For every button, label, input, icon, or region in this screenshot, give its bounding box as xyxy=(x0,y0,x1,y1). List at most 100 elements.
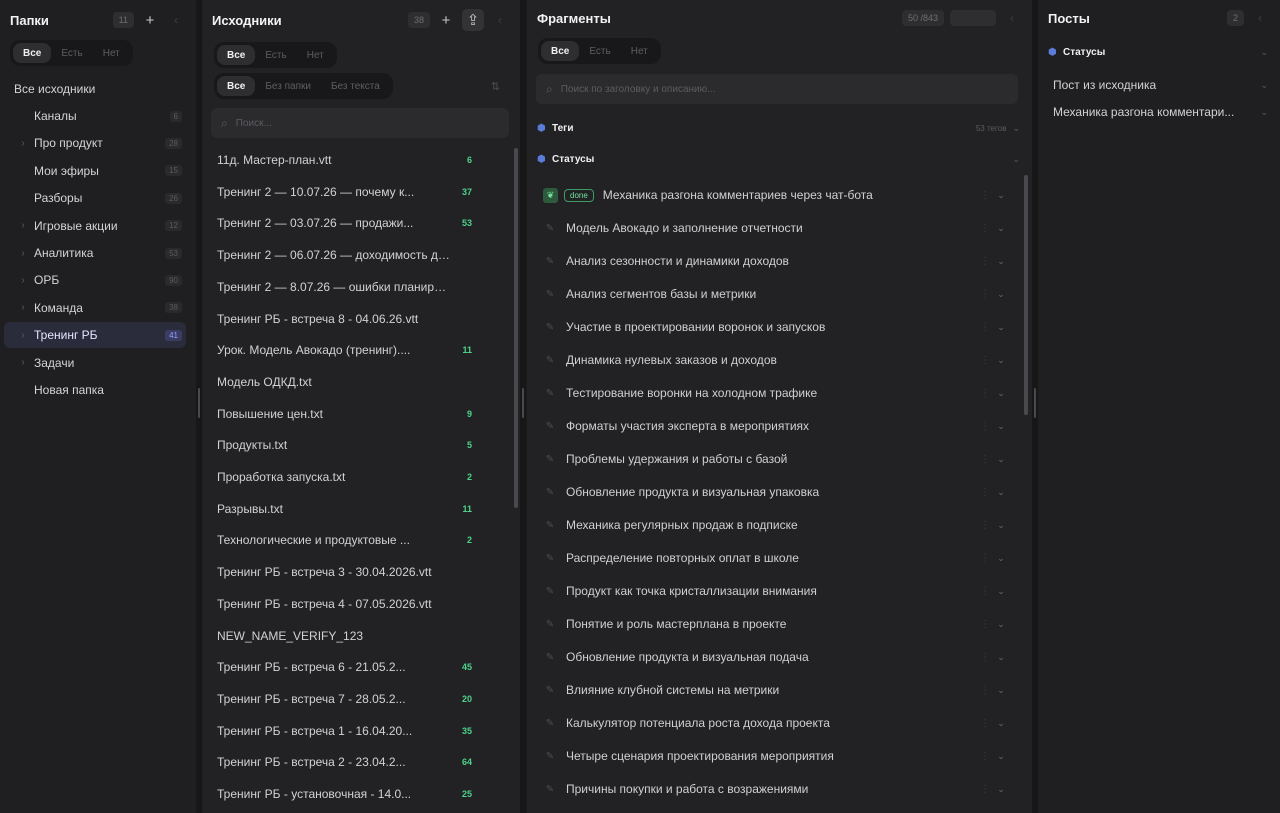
chevron-right-icon[interactable]: › xyxy=(16,330,30,341)
more-icon[interactable]: ⋮ xyxy=(977,520,993,531)
fragments-search-input[interactable]: Поиск по заголовку и описанию... xyxy=(561,84,716,95)
chevron-down-icon[interactable]: ⌄ xyxy=(993,652,1009,663)
pen-icon[interactable]: ✎ xyxy=(543,718,557,729)
chevron-down-icon[interactable]: ⌄ xyxy=(993,784,1009,795)
more-icon[interactable]: ⋮ xyxy=(977,355,993,366)
source-item[interactable]: Тренинг 2 — 10.07.26 — почему к... 37 xyxy=(212,178,480,206)
source-item[interactable]: Продукты.txt 5 xyxy=(212,431,480,459)
fragment-item[interactable]: ✎ Анализ сезонности и динамики доходов ⋮ ⌄ xyxy=(543,246,1009,276)
more-icon[interactable]: ⋮ xyxy=(977,388,993,399)
fragments-search[interactable]: ⌕ Поиск по заголовку и описанию... xyxy=(536,74,1018,104)
chevron-down-icon[interactable]: ⌄ xyxy=(993,190,1009,201)
statuses-section[interactable]: ⬢ Статусы ⌄ xyxy=(537,149,1020,169)
filter-all[interactable]: Все xyxy=(541,41,580,61)
source-item[interactable]: Тренинг РБ - встреча 6 - 21.05.2... 45 xyxy=(212,653,480,681)
filter2-no-text[interactable]: Без текста xyxy=(321,76,390,96)
chevron-down-icon[interactable]: ⌄ xyxy=(993,619,1009,630)
folder-item[interactable]: › Про продукт 28 xyxy=(4,130,186,156)
source-item[interactable]: Тренинг РБ - встреча 3 - 30.04.2026.vtt xyxy=(212,558,480,586)
chevron-down-icon[interactable]: ⌄ xyxy=(993,586,1009,597)
chevron-down-icon[interactable]: ⌄ xyxy=(993,256,1009,267)
folder-item[interactable]: › Игровые акции 12 xyxy=(4,213,186,239)
filter-none[interactable]: Нет xyxy=(93,43,130,63)
collapse-panel-icon[interactable]: ‹ xyxy=(490,10,510,30)
chevron-right-icon[interactable]: › xyxy=(16,138,30,149)
more-icon[interactable]: ⋮ xyxy=(977,289,993,300)
filter-all[interactable]: Все xyxy=(217,45,256,65)
pen-icon[interactable]: ✎ xyxy=(543,454,557,465)
collapse-panel-icon[interactable]: ‹ xyxy=(166,10,186,30)
fragment-item[interactable]: ✎ Четыре сценария проектирования мероприя… xyxy=(543,741,1009,771)
chevron-right-icon[interactable]: › xyxy=(16,275,30,286)
more-icon[interactable]: ⋮ xyxy=(977,454,993,465)
sources-search[interactable]: ⌕ Поиск... xyxy=(211,108,509,138)
chevron-down-icon[interactable]: ⌄ xyxy=(993,421,1009,432)
more-icon[interactable]: ⋮ xyxy=(977,256,993,267)
pen-icon[interactable]: ✎ xyxy=(543,586,557,597)
chevron-down-icon[interactable]: ⌄ xyxy=(993,289,1009,300)
post-item[interactable]: Механика разгона комментари... ⌄ xyxy=(1048,101,1268,123)
source-item[interactable]: Тренинг РБ - встреча 2 - 23.04.2... 64 xyxy=(212,748,480,776)
chevron-right-icon[interactable]: › xyxy=(16,302,30,313)
pen-icon[interactable]: ✎ xyxy=(543,619,557,630)
pen-icon[interactable]: ✎ xyxy=(543,784,557,795)
filter-has[interactable]: Есть xyxy=(579,41,620,61)
more-icon[interactable]: ⋮ xyxy=(977,652,993,663)
posts-statuses-section[interactable]: ⬢ Статусы ⌄ xyxy=(1048,42,1268,62)
pen-icon[interactable]: ✎ xyxy=(543,685,557,696)
filter-all[interactable]: Все xyxy=(13,43,52,63)
filter2-all[interactable]: Все xyxy=(217,76,256,96)
folder-item[interactable]: › Тренинг РБ 41 xyxy=(4,322,186,349)
fragment-item[interactable]: ✎ Распределение повторных оплат в школе ⋮ ⌄ xyxy=(543,543,1009,573)
chevron-down-icon[interactable]: ⌄ xyxy=(1260,107,1268,118)
more-icon[interactable]: ⋮ xyxy=(977,487,993,498)
source-item[interactable]: Тренинг 2 — 8.07.26 — ошибки планирова..… xyxy=(212,273,480,301)
filter-has[interactable]: Есть xyxy=(51,43,92,63)
folder-item[interactable]: › ОРБ 90 xyxy=(4,267,186,293)
source-item[interactable]: 11д. Мастер-план.vtt 6 xyxy=(212,146,480,174)
source-item[interactable]: Повышение цен.txt 9 xyxy=(212,400,480,428)
chevron-right-icon[interactable]: › xyxy=(16,220,30,231)
filter2-no-folder[interactable]: Без папки xyxy=(255,76,321,96)
more-icon[interactable]: ⋮ xyxy=(977,322,993,333)
add-source-icon[interactable]: + xyxy=(436,10,456,30)
fragment-item[interactable]: ✎ Калькулятор потенциала роста дохода про… xyxy=(543,708,1009,738)
chevron-down-icon[interactable]: ⌄ xyxy=(993,223,1009,234)
pen-icon[interactable]: ✎ xyxy=(543,256,557,267)
upload-icon[interactable]: ⇪ xyxy=(462,9,484,31)
all-sources-item[interactable]: Все исходники xyxy=(4,76,186,102)
more-icon[interactable]: ⋮ xyxy=(977,553,993,564)
source-item[interactable]: Разрывы.txt 11 xyxy=(212,495,480,523)
folder-item[interactable]: Новая папка xyxy=(4,377,186,403)
chevron-down-icon[interactable]: ⌄ xyxy=(993,718,1009,729)
source-item[interactable]: Тренинг РБ - встреча 7 - 28.05.2... 20 xyxy=(212,685,480,713)
more-icon[interactable]: ⋮ xyxy=(977,223,993,234)
pen-icon[interactable]: ✎ xyxy=(543,388,557,399)
source-item[interactable]: Урок. Модель Авокадо (тренинг).... 11 xyxy=(212,336,480,364)
folder-item[interactable]: › Команда 38 xyxy=(4,295,186,321)
more-icon[interactable]: ⋮ xyxy=(977,421,993,432)
folder-item[interactable]: Каналы 6 xyxy=(4,103,186,129)
source-item[interactable]: Тренинг РБ - установочная - 14.0... 25 xyxy=(212,780,480,808)
filter-has[interactable]: Есть xyxy=(255,45,296,65)
sources-search-input[interactable]: Поиск... xyxy=(236,118,272,129)
post-item[interactable]: Пост из исходника ⌄ xyxy=(1048,74,1268,96)
splitter[interactable] xyxy=(520,0,526,813)
pen-icon[interactable]: ✎ xyxy=(543,553,557,564)
fragment-item[interactable]: ✎ Причины покупки и работа с возражениями… xyxy=(543,774,1009,804)
source-item[interactable]: Тренинг 2 — 06.07.26 — доходимость до м.… xyxy=(212,241,480,269)
pen-icon[interactable]: ✎ xyxy=(543,487,557,498)
more-icon[interactable]: ⋮ xyxy=(977,190,993,201)
source-item[interactable]: Технологические и продуктовые ... 2 xyxy=(212,526,480,554)
source-item[interactable]: Тренинг РБ - встреча 8 - 04.06.26.vtt xyxy=(212,305,480,333)
pen-icon[interactable]: ✎ xyxy=(543,652,557,663)
scrollbar[interactable] xyxy=(1024,175,1028,415)
chevron-right-icon[interactable]: › xyxy=(16,248,30,259)
sort-icon[interactable]: ⇅ xyxy=(491,80,500,93)
pen-icon[interactable]: ✎ xyxy=(543,322,557,333)
chevron-down-icon[interactable]: ⌄ xyxy=(993,751,1009,762)
fragments-action-button[interactable] xyxy=(950,10,996,26)
folder-item[interactable]: Разборы 26 xyxy=(4,185,186,211)
scrollbar[interactable] xyxy=(514,148,518,508)
chevron-down-icon[interactable]: ⌄ xyxy=(1012,123,1020,134)
